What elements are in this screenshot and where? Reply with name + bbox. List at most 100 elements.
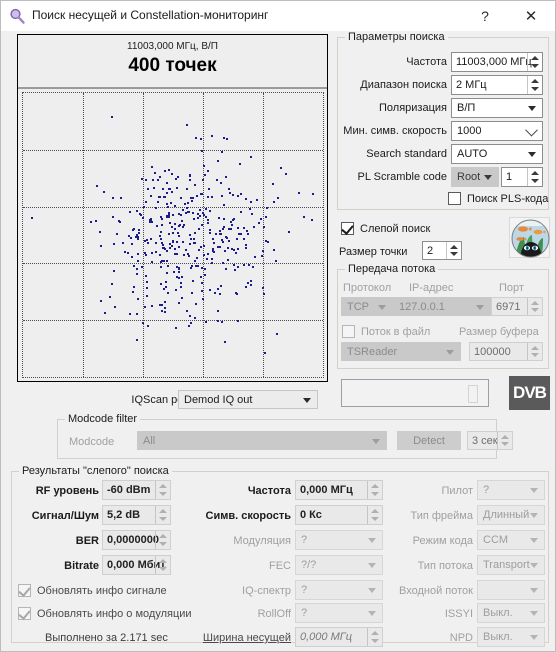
- snr-field[interactable]: 5,2 dB: [102, 505, 171, 525]
- constellation-point: [201, 149, 204, 152]
- protocol-select[interactable]: TCP: [341, 297, 393, 316]
- constellation-point: [168, 211, 171, 214]
- constellation-point: [261, 254, 264, 257]
- ber-field[interactable]: 0,0000000: [102, 530, 171, 550]
- constellation-plot[interactable]: [22, 92, 324, 378]
- protocol-value: TCP: [347, 300, 369, 313]
- constellation-point: [209, 231, 212, 234]
- constellation-point: [216, 309, 219, 312]
- constellation-point: [201, 212, 204, 215]
- constellation-point: [129, 312, 132, 315]
- constellation-point: [190, 267, 193, 270]
- carrier-width-field[interactable]: 0,000 МГц: [295, 627, 383, 647]
- constellation-point: [164, 310, 167, 313]
- rf-level-spinner[interactable]: [155, 481, 170, 499]
- result-modulation-select[interactable]: ?: [295, 530, 383, 550]
- cat-fishbowl-image: [509, 217, 550, 258]
- iqscan-point-select[interactable]: Demod IQ out: [178, 390, 318, 409]
- constellation-point: [265, 216, 268, 219]
- port-field[interactable]: 6971: [491, 297, 543, 316]
- result-iq-spectrum-select[interactable]: ?: [295, 580, 383, 600]
- frame-type-select[interactable]: Длинный: [477, 505, 545, 525]
- constellation-point: [196, 194, 199, 197]
- constellation-point: [221, 240, 224, 243]
- detect-button[interactable]: Detect: [397, 431, 461, 450]
- constellation-point: [225, 236, 228, 239]
- stream-app-select[interactable]: TSReader: [341, 342, 461, 361]
- constellation-point: [167, 168, 170, 171]
- frequency-field[interactable]: 11003,000 МГц: [451, 52, 543, 72]
- search-standard-select[interactable]: AUTO: [451, 144, 543, 164]
- constellation-point: [150, 166, 153, 169]
- constellation-point: [222, 262, 224, 264]
- code-mode-select[interactable]: CCM: [477, 530, 545, 550]
- constellation-point: [189, 237, 192, 240]
- detect-timeout-field[interactable]: 3 сек: [467, 431, 513, 450]
- ber-spinner[interactable]: [155, 531, 170, 549]
- constellation-point: [222, 137, 225, 140]
- result-rolloff-select[interactable]: ?: [295, 603, 383, 623]
- buffer-size-field[interactable]: 100000: [469, 342, 543, 361]
- constellation-point: [151, 304, 154, 307]
- carrier-width-spinner[interactable]: [367, 628, 382, 646]
- detect-timeout-spinner[interactable]: [497, 432, 512, 449]
- min-symbol-rate-select[interactable]: 1000: [451, 121, 543, 141]
- search-range-field[interactable]: 2 МГц: [451, 75, 543, 95]
- result-rolloff-value: ?: [301, 607, 308, 619]
- constellation-point: [161, 187, 164, 190]
- carrier-width-label[interactable]: Ширина несущей: [181, 632, 291, 644]
- input-stream-select[interactable]: [477, 580, 545, 600]
- constellation-point: [245, 198, 248, 201]
- constellation-point: [195, 257, 198, 260]
- stream-type-select[interactable]: Transport: [477, 555, 545, 575]
- constellation-point: [162, 243, 165, 246]
- result-frequency-spinner[interactable]: [367, 481, 382, 499]
- carrier-search-window: Поиск несущей и Constellation-мониторинг…: [0, 0, 556, 652]
- constellation-point: [250, 279, 253, 282]
- pl-scramble-code-field[interactable]: 1: [501, 167, 543, 187]
- constellation-point: [177, 301, 180, 304]
- result-symbol-rate-field[interactable]: 0 Кс: [295, 505, 383, 525]
- bitrate-spinner[interactable]: [155, 556, 170, 574]
- constellation-point: [227, 259, 230, 262]
- modcode-select[interactable]: All: [137, 431, 387, 450]
- constellation-panel[interactable]: 11003,000 МГц, В/П 400 точек: [17, 34, 328, 382]
- snr-spinner[interactable]: [155, 506, 170, 524]
- buffer-size-spinner[interactable]: [527, 343, 542, 360]
- bitrate-field[interactable]: 0,000 Мбит,: [102, 555, 171, 575]
- port-spinner[interactable]: [527, 298, 542, 315]
- pl-scramble-mode-select[interactable]: Root: [451, 167, 499, 187]
- search-range-spinner[interactable]: [527, 76, 542, 94]
- chevron-down-icon: [368, 563, 376, 568]
- constellation-point: [244, 285, 247, 288]
- constellation-point: [219, 182, 222, 185]
- rf-level-field[interactable]: -60 dBm: [102, 480, 171, 500]
- point-size-field[interactable]: 2: [422, 241, 462, 260]
- close-button[interactable]: ✕: [509, 1, 553, 31]
- result-fec-select[interactable]: ?/?: [295, 555, 383, 575]
- result-frequency-label: Частота: [247, 485, 291, 497]
- constellation-point: [139, 214, 142, 217]
- constellation-point: [202, 298, 204, 301]
- constellation-point: [170, 244, 173, 247]
- issyi-select[interactable]: Выкл.: [477, 603, 545, 623]
- pilot-select[interactable]: ?: [477, 480, 545, 500]
- polarization-select[interactable]: В/П: [451, 98, 543, 118]
- pl-scramble-code-spinner[interactable]: [527, 168, 542, 186]
- update-signal-info-checkbox[interactable]: [18, 584, 31, 597]
- constellation-point: [182, 241, 185, 243]
- constellation-point: [251, 213, 254, 216]
- constellation-point: [143, 305, 146, 308]
- update-modulation-info-checkbox[interactable]: [18, 607, 31, 620]
- help-button[interactable]: ?: [463, 1, 507, 31]
- frequency-spinner[interactable]: [527, 53, 542, 71]
- pls-search-checkbox[interactable]: [448, 192, 461, 205]
- blind-search-checkbox[interactable]: [341, 222, 354, 235]
- ip-address-select[interactable]: 127.0.0.1: [393, 297, 491, 316]
- result-symbol-rate-spinner[interactable]: [367, 506, 382, 524]
- chevron-down-icon: [530, 588, 538, 593]
- npd-select[interactable]: Выкл.: [477, 627, 545, 647]
- result-frequency-field[interactable]: 0,000 МГц: [295, 480, 383, 500]
- stream-to-file-checkbox[interactable]: [342, 325, 355, 338]
- point-size-spinner[interactable]: [446, 242, 461, 259]
